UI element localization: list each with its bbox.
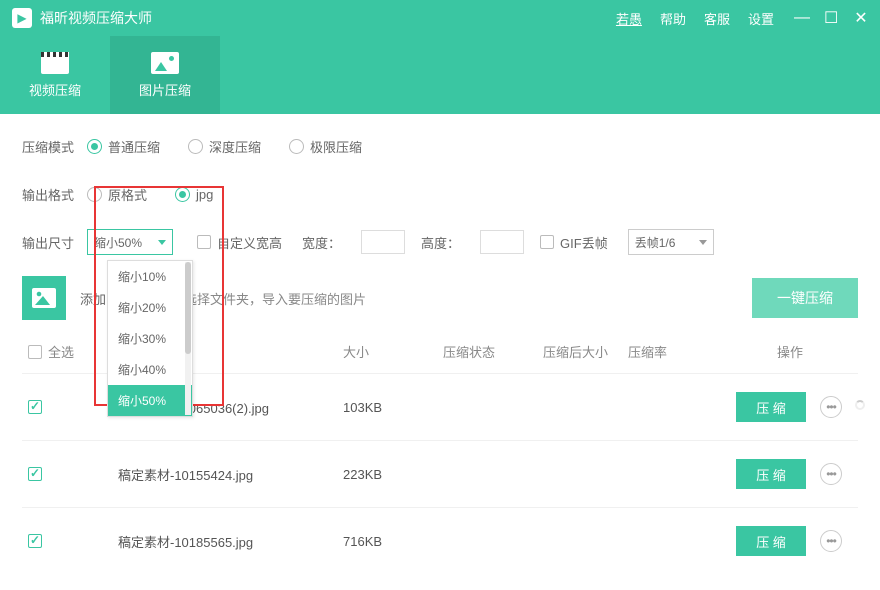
col-size: 大小	[343, 342, 443, 361]
titlebar-help[interactable]: 帮助	[660, 9, 686, 28]
file-name: 稿定素材-10155424.jpg	[118, 465, 343, 484]
folder-hint: 选择文件夹，导入要压缩的图片	[184, 289, 366, 308]
col-ratio: 压缩率	[628, 342, 728, 361]
checkbox-custom-wh[interactable]	[197, 235, 211, 249]
table-row: 稿定素材-10185565.jpg716KB 压 缩 •••	[22, 507, 858, 574]
radio-normal[interactable]: 普通压缩	[87, 137, 160, 156]
dropdown-option[interactable]: 缩小20%	[108, 292, 192, 323]
tab-video-compress[interactable]: 视频压缩	[0, 36, 110, 114]
file-size: 716KB	[343, 534, 443, 549]
dropdown-option[interactable]: 缩小50%	[108, 385, 192, 416]
frame-select-value: 丢帧1/6	[635, 234, 676, 251]
radio-jpg[interactable]: jpg	[175, 187, 213, 202]
radio-deep[interactable]: 深度压缩	[188, 137, 261, 156]
row-checkbox[interactable]	[28, 534, 42, 548]
size-dropdown[interactable]: 缩小10%缩小20%缩小30%缩小40%缩小50%	[107, 260, 193, 417]
tab-image-compress[interactable]: 图片压缩	[110, 36, 220, 114]
dropdown-option[interactable]: 缩小40%	[108, 354, 192, 385]
file-size: 103KB	[343, 400, 443, 415]
more-button[interactable]: •••	[820, 530, 842, 552]
label-format: 输出格式	[22, 185, 87, 204]
label-height: 高度：	[421, 233, 460, 252]
col-after: 压缩后大小	[543, 342, 628, 361]
col-status: 压缩状态	[443, 342, 543, 361]
chevron-down-icon	[158, 240, 166, 245]
label-size: 输出尺寸	[22, 233, 87, 252]
chevron-down-icon	[699, 240, 707, 245]
width-input[interactable]	[361, 230, 405, 254]
scrollbar[interactable]	[185, 262, 191, 415]
frame-select[interactable]: 丢帧1/6	[628, 229, 714, 255]
checkbox-gif-drop[interactable]	[540, 235, 554, 249]
dropdown-option[interactable]: 缩小10%	[108, 261, 192, 292]
compress-all-button[interactable]: 一键压缩	[752, 278, 858, 318]
label-select-all: 全选	[48, 342, 74, 361]
video-icon	[41, 52, 69, 74]
size-select-value: 缩小50%	[94, 234, 142, 251]
size-select[interactable]: 缩小50%	[87, 229, 173, 255]
row-checkbox[interactable]	[28, 400, 42, 414]
titlebar-settings[interactable]: 设置	[748, 9, 774, 28]
table-row: 稿定素材-10155424.jpg223KB 压 缩 •••	[22, 440, 858, 507]
compress-button[interactable]: 压 缩	[736, 459, 806, 489]
file-size: 223KB	[343, 467, 443, 482]
label-custom-wh: 自定义宽高	[217, 233, 282, 252]
more-button[interactable]: •••	[820, 396, 842, 418]
image-icon	[151, 52, 179, 74]
maximize-button[interactable]: ☐	[824, 8, 838, 28]
label-gif-drop: GIF丢帧	[560, 233, 608, 252]
image-add-icon	[22, 276, 66, 320]
titlebar-service[interactable]: 客服	[704, 9, 730, 28]
tab-video-label: 视频压缩	[29, 80, 81, 99]
compress-button[interactable]: 压 缩	[736, 526, 806, 556]
loading-icon	[855, 400, 865, 410]
label-width: 宽度：	[302, 233, 341, 252]
height-input[interactable]	[480, 230, 524, 254]
checkbox-select-all[interactable]	[28, 345, 42, 359]
radio-original-format[interactable]: 原格式	[87, 185, 147, 204]
titlebar-link-ruoyu[interactable]: 若愚	[616, 9, 642, 28]
minimize-button[interactable]: —	[794, 9, 808, 27]
compress-button[interactable]: 压 缩	[736, 392, 806, 422]
label-mode: 压缩模式	[22, 137, 87, 156]
more-button[interactable]: •••	[820, 463, 842, 485]
add-files-button[interactable]: 添加	[22, 276, 120, 320]
row-checkbox[interactable]	[28, 467, 42, 481]
app-logo-icon: ▶	[12, 8, 32, 28]
file-name: 稿定素材-10185565.jpg	[118, 532, 343, 551]
radio-extreme[interactable]: 极限压缩	[289, 137, 362, 156]
close-button[interactable]: ✕	[854, 8, 868, 28]
dropdown-option[interactable]: 缩小30%	[108, 323, 192, 354]
tab-image-label: 图片压缩	[139, 80, 191, 99]
app-title: 福昕视频压缩大师	[40, 8, 152, 28]
col-op: 操作	[728, 342, 852, 361]
